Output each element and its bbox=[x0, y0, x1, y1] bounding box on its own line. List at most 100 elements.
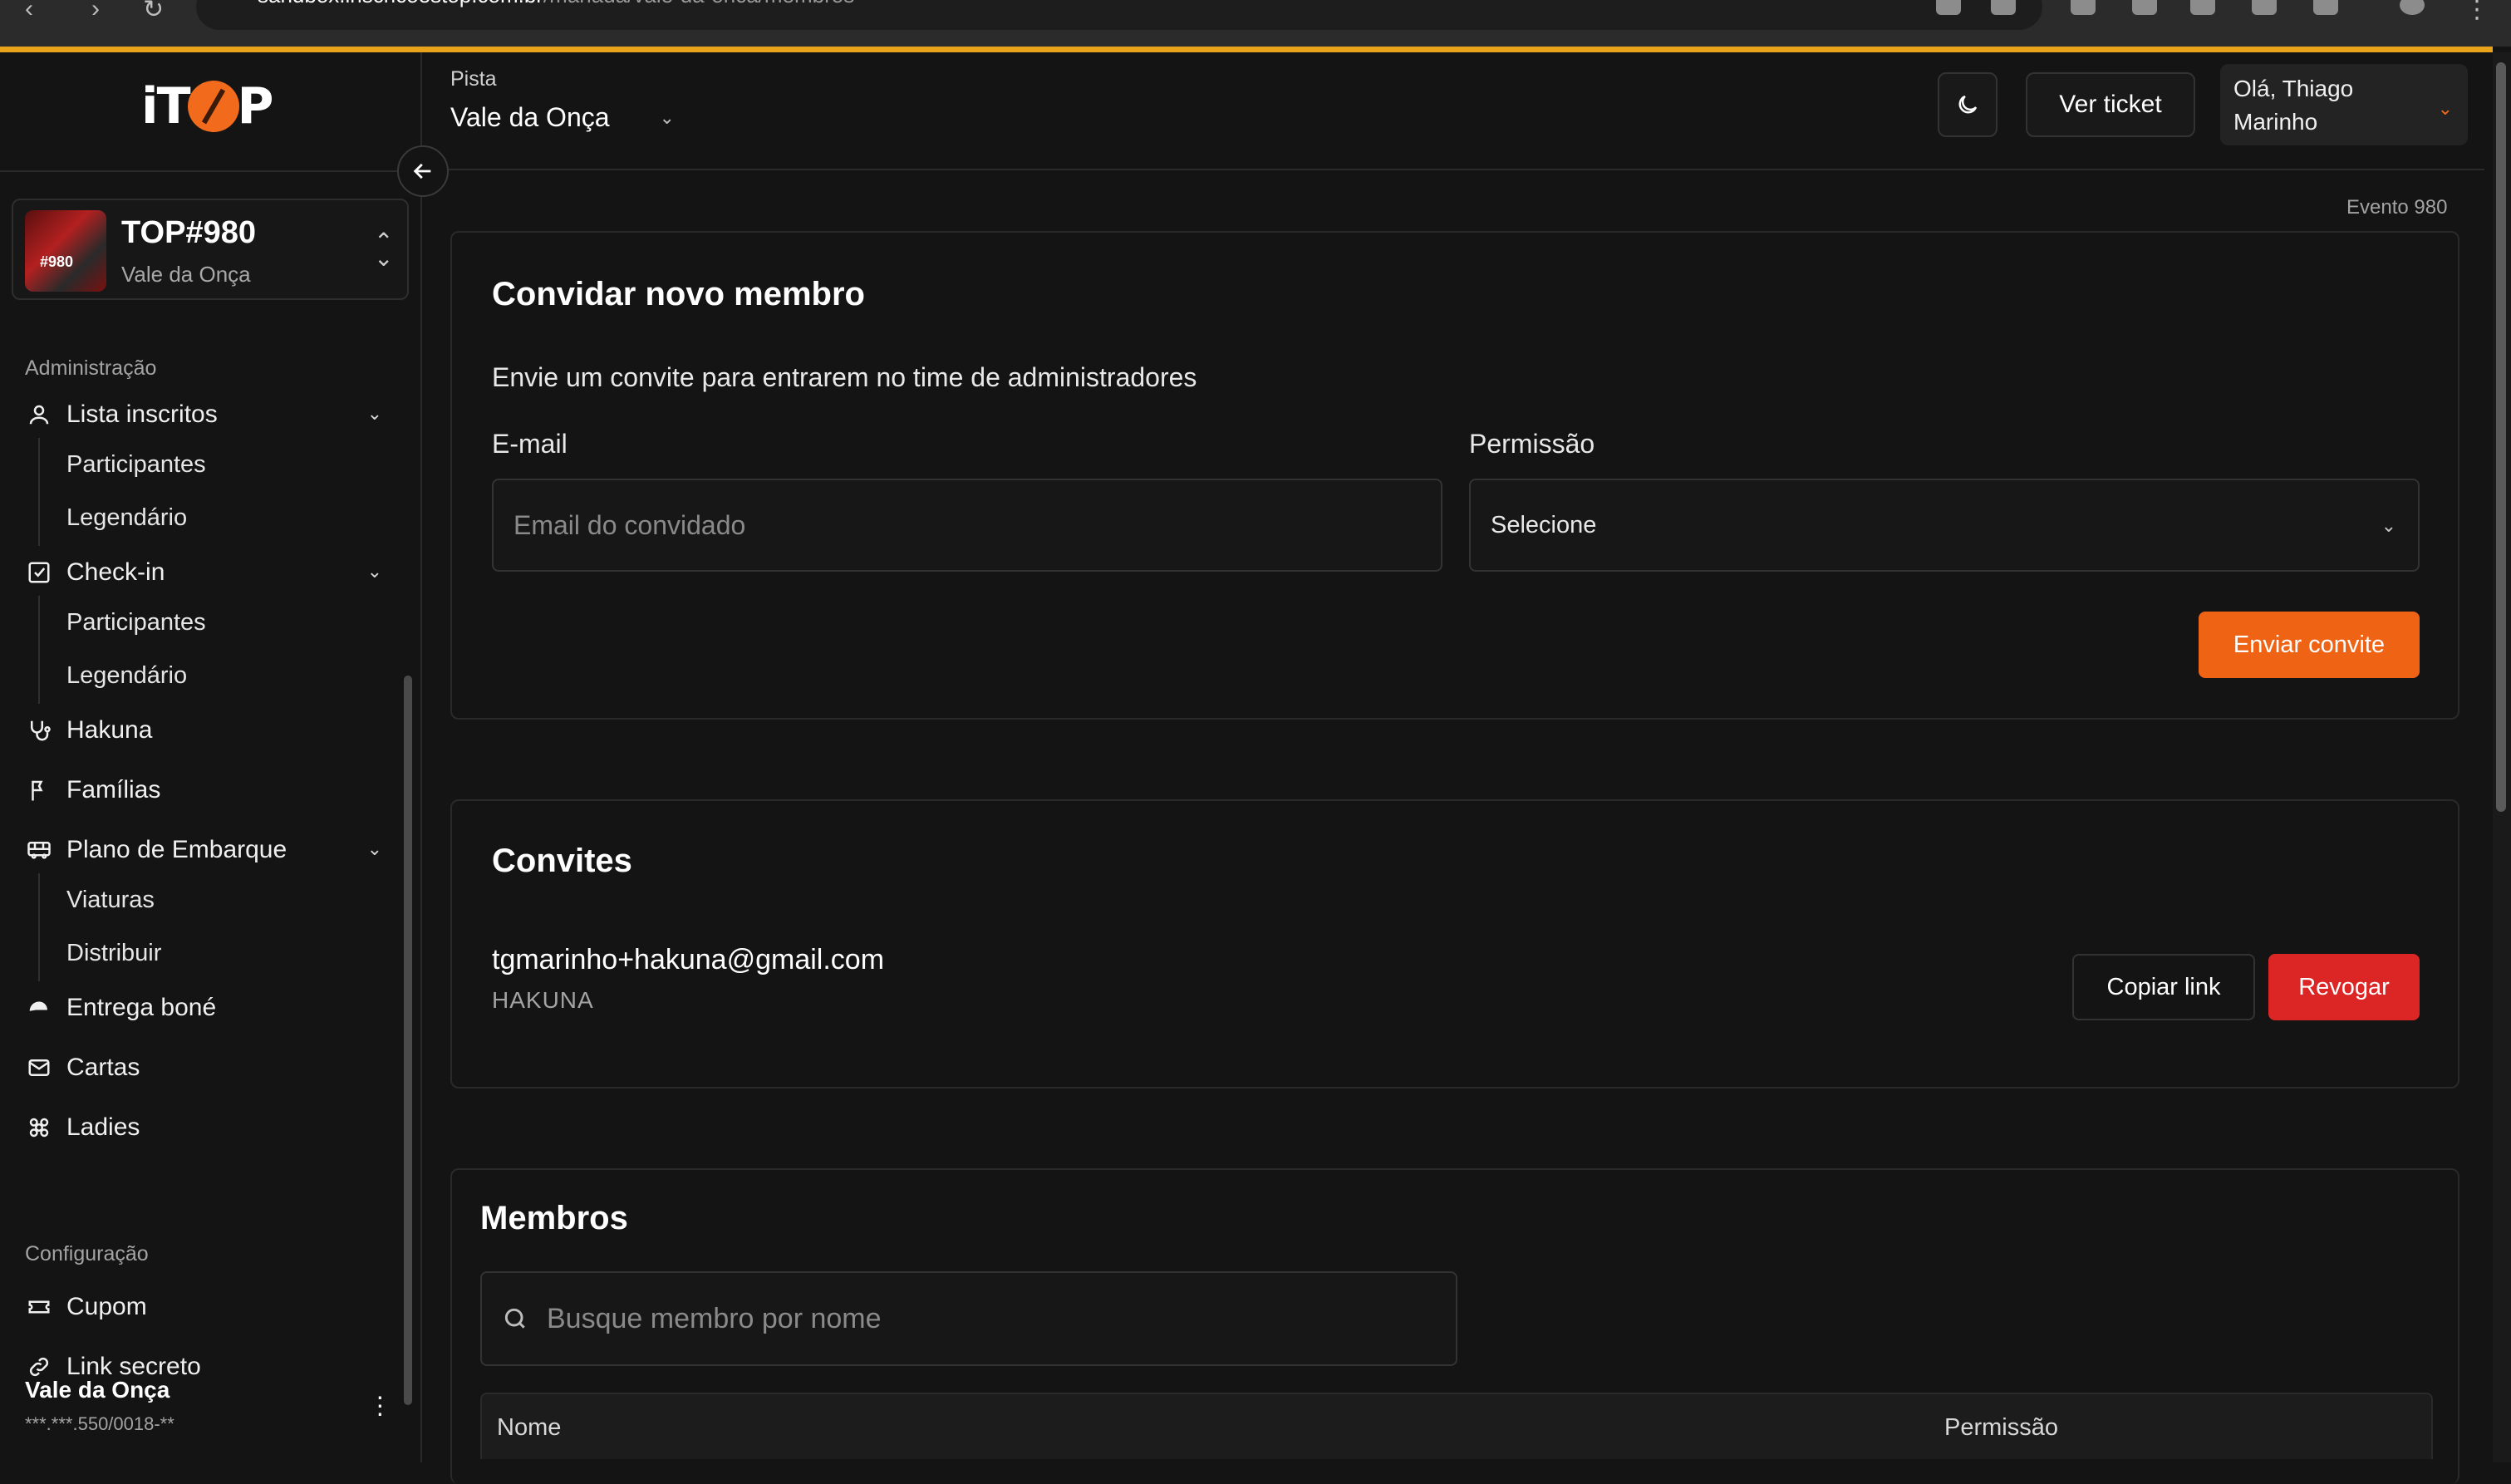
sidebar-item-label: Lista inscritos bbox=[66, 400, 218, 428]
logo-text-right: P bbox=[237, 77, 274, 135]
invite-card-title: Convidar novo membro bbox=[492, 276, 865, 312]
sidebar-item-plano-embarque[interactable]: Plano de Embarque ⌄ bbox=[25, 830, 382, 870]
members-card-title: Membros bbox=[480, 1200, 628, 1236]
pista-label: Pista bbox=[450, 67, 497, 91]
logo-compass-icon bbox=[187, 81, 239, 132]
section-label-config: Configuração bbox=[25, 1242, 149, 1265]
org-document: ***.***.550/0018-** bbox=[25, 1413, 174, 1434]
sidebar-item-cartas[interactable]: Cartas bbox=[25, 1048, 382, 1088]
submenu-rule bbox=[38, 438, 40, 546]
members-card: Membros Nome Permissão bbox=[450, 1168, 2459, 1484]
sidebar-item-hakuna[interactable]: Hakuna bbox=[25, 710, 382, 750]
sidebar-item-label: Hakuna bbox=[66, 716, 153, 744]
cap-icon bbox=[25, 994, 53, 1022]
sidebar-item-label: Ladies bbox=[66, 1113, 140, 1141]
event-thumbnail: #980 bbox=[25, 210, 106, 292]
permission-select[interactable]: Selecione ⌄ bbox=[1469, 479, 2420, 572]
sidebar-subitem-participantes[interactable]: Participantes bbox=[66, 604, 206, 641]
email-input[interactable] bbox=[492, 479, 1442, 572]
chevron-down-icon: ⌄ bbox=[2381, 515, 2396, 536]
collapse-sidebar-button[interactable] bbox=[397, 145, 449, 197]
sidebar-subitem-distribuir[interactable]: Distribuir bbox=[66, 935, 161, 971]
sidebar-subitem-legendario[interactable]: Legendário bbox=[66, 499, 187, 536]
flag-icon bbox=[25, 776, 53, 804]
search-icon bbox=[504, 1308, 525, 1329]
sidebar-item-label: Famílias bbox=[66, 776, 161, 803]
page-scrollbar-thumb[interactable] bbox=[2496, 62, 2506, 812]
event-thumb-text: #980 bbox=[40, 253, 74, 270]
ticket-icon bbox=[25, 1293, 53, 1321]
sidebar-scrollbar[interactable] bbox=[404, 676, 412, 1405]
sidebar-item-ladies[interactable]: Ladies bbox=[25, 1108, 382, 1147]
invite-card-description: Envie um convite para entrarem no time d… bbox=[492, 362, 1197, 392]
sidebar-item-cupom[interactable]: Cupom bbox=[25, 1287, 382, 1327]
more-vertical-icon[interactable]: · · · bbox=[376, 1383, 385, 1426]
browser-menu-icon[interactable]: ⋮ bbox=[2464, 0, 2489, 24]
column-header-permissao[interactable]: Permissão bbox=[1944, 1414, 2058, 1442]
logo-text-left: iT bbox=[141, 77, 190, 135]
copy-link-button[interactable]: Copiar link bbox=[2072, 954, 2255, 1020]
sidebar-subitem-legendario[interactable]: Legendário bbox=[66, 657, 187, 694]
url-host: sandbox.inscricoestop.com.br bbox=[258, 0, 543, 7]
member-search-box[interactable] bbox=[480, 1271, 1457, 1366]
user-menu-button[interactable]: Olá, Thiago Marinho ⌄ bbox=[2220, 64, 2468, 145]
forward-icon[interactable]: › bbox=[91, 0, 100, 23]
evento-tag: Evento 980 bbox=[2346, 196, 2448, 219]
sidebar-item-label: Cartas bbox=[66, 1054, 140, 1081]
event-subtitle: Vale da Onça bbox=[121, 262, 251, 287]
arrow-left-icon bbox=[413, 163, 431, 179]
extension-icon[interactable] bbox=[2252, 0, 2277, 15]
reload-icon[interactable]: ↻ bbox=[143, 0, 164, 24]
sidebar: iT P #980 TOP#980 Vale da Onça ⌃ ⌄ Adminis… bbox=[0, 52, 422, 1462]
invite-card: Convidar novo membro Envie um convite pa… bbox=[450, 231, 2459, 720]
submenu-rule bbox=[38, 596, 40, 704]
column-header-nome[interactable]: Nome bbox=[497, 1414, 561, 1442]
member-search-input[interactable] bbox=[545, 1301, 1442, 1336]
check-square-icon bbox=[25, 558, 53, 587]
event-switcher[interactable]: #980 TOP#980 Vale da Onça ⌃ ⌄ bbox=[12, 199, 409, 300]
page-scrollbar[interactable] bbox=[2493, 52, 2511, 1462]
email-label: E-mail bbox=[492, 429, 568, 459]
moon-icon bbox=[1958, 95, 1978, 114]
url-path: /manada/vale-da-onca/membros bbox=[543, 0, 854, 7]
extension-icon[interactable] bbox=[2071, 0, 2096, 15]
address-bar[interactable]: sandbox.inscricoestop.com.br/manada/vale… bbox=[196, 0, 2042, 30]
bus-icon bbox=[25, 836, 53, 864]
mail-icon bbox=[25, 1054, 53, 1082]
chevrons-up-down-icon: ⌃ ⌄ bbox=[374, 228, 394, 271]
sidebar-subitem-viaturas[interactable]: Viaturas bbox=[66, 882, 155, 918]
flower-icon bbox=[25, 1113, 53, 1142]
invites-card-title: Convites bbox=[492, 843, 632, 879]
sidebar-item-entrega-bone[interactable]: Entrega boné bbox=[25, 988, 382, 1028]
extension-icon[interactable] bbox=[2132, 0, 2157, 15]
back-icon[interactable]: ‹ bbox=[25, 0, 33, 23]
user-greeting-line2: Marinho bbox=[2233, 109, 2318, 135]
chevron-down-icon: ⌄ bbox=[366, 561, 382, 582]
sidebar-item-familias[interactable]: Famílias bbox=[25, 770, 382, 810]
invites-card: Convites tgmarinho+hakuna@gmail.com HAKU… bbox=[450, 799, 2459, 1088]
bookmark-star-icon[interactable] bbox=[1991, 0, 2016, 15]
chevron-down-icon: ⌄ bbox=[2437, 98, 2453, 119]
chevron-down-icon: ⌄ bbox=[366, 838, 382, 859]
cast-icon[interactable] bbox=[1936, 0, 1961, 15]
extension-icon[interactable] bbox=[2190, 0, 2215, 15]
permission-value: Selecione bbox=[1491, 511, 1597, 538]
sidebar-subitem-participantes[interactable]: Participantes bbox=[66, 446, 206, 483]
chevron-down-icon: ⌄ bbox=[659, 106, 675, 128]
pista-select[interactable]: Vale da Onça ⌄ bbox=[450, 102, 675, 133]
extensions-puzzle-icon[interactable] bbox=[2313, 0, 2338, 15]
stethoscope-icon bbox=[25, 716, 53, 744]
chevron-down-icon: ⌄ bbox=[366, 403, 382, 424]
profile-avatar[interactable] bbox=[2400, 0, 2425, 15]
theme-toggle-button[interactable] bbox=[1938, 72, 1997, 137]
itop-logo[interactable]: iT P bbox=[141, 77, 283, 135]
sidebar-nav: Administração Lista inscritos ⌄ Particip… bbox=[0, 315, 407, 1395]
sidebar-item-lista-inscritos[interactable]: Lista inscritos ⌄ bbox=[25, 395, 382, 435]
send-invite-button[interactable]: Enviar convite bbox=[2199, 612, 2420, 678]
sidebar-item-checkin[interactable]: Check-in ⌄ bbox=[25, 553, 382, 592]
ver-ticket-button[interactable]: Ver ticket bbox=[2026, 72, 2195, 137]
revoke-button[interactable]: Revogar bbox=[2268, 954, 2420, 1020]
browser-chrome: ‹ › ↻ sandbox.inscricoestop.com.br/manad… bbox=[0, 0, 2511, 47]
invite-email: tgmarinho+hakuna@gmail.com bbox=[492, 944, 885, 975]
top-header: Pista Vale da Onça ⌄ Ver ticket Olá, Thi… bbox=[424, 52, 2484, 170]
